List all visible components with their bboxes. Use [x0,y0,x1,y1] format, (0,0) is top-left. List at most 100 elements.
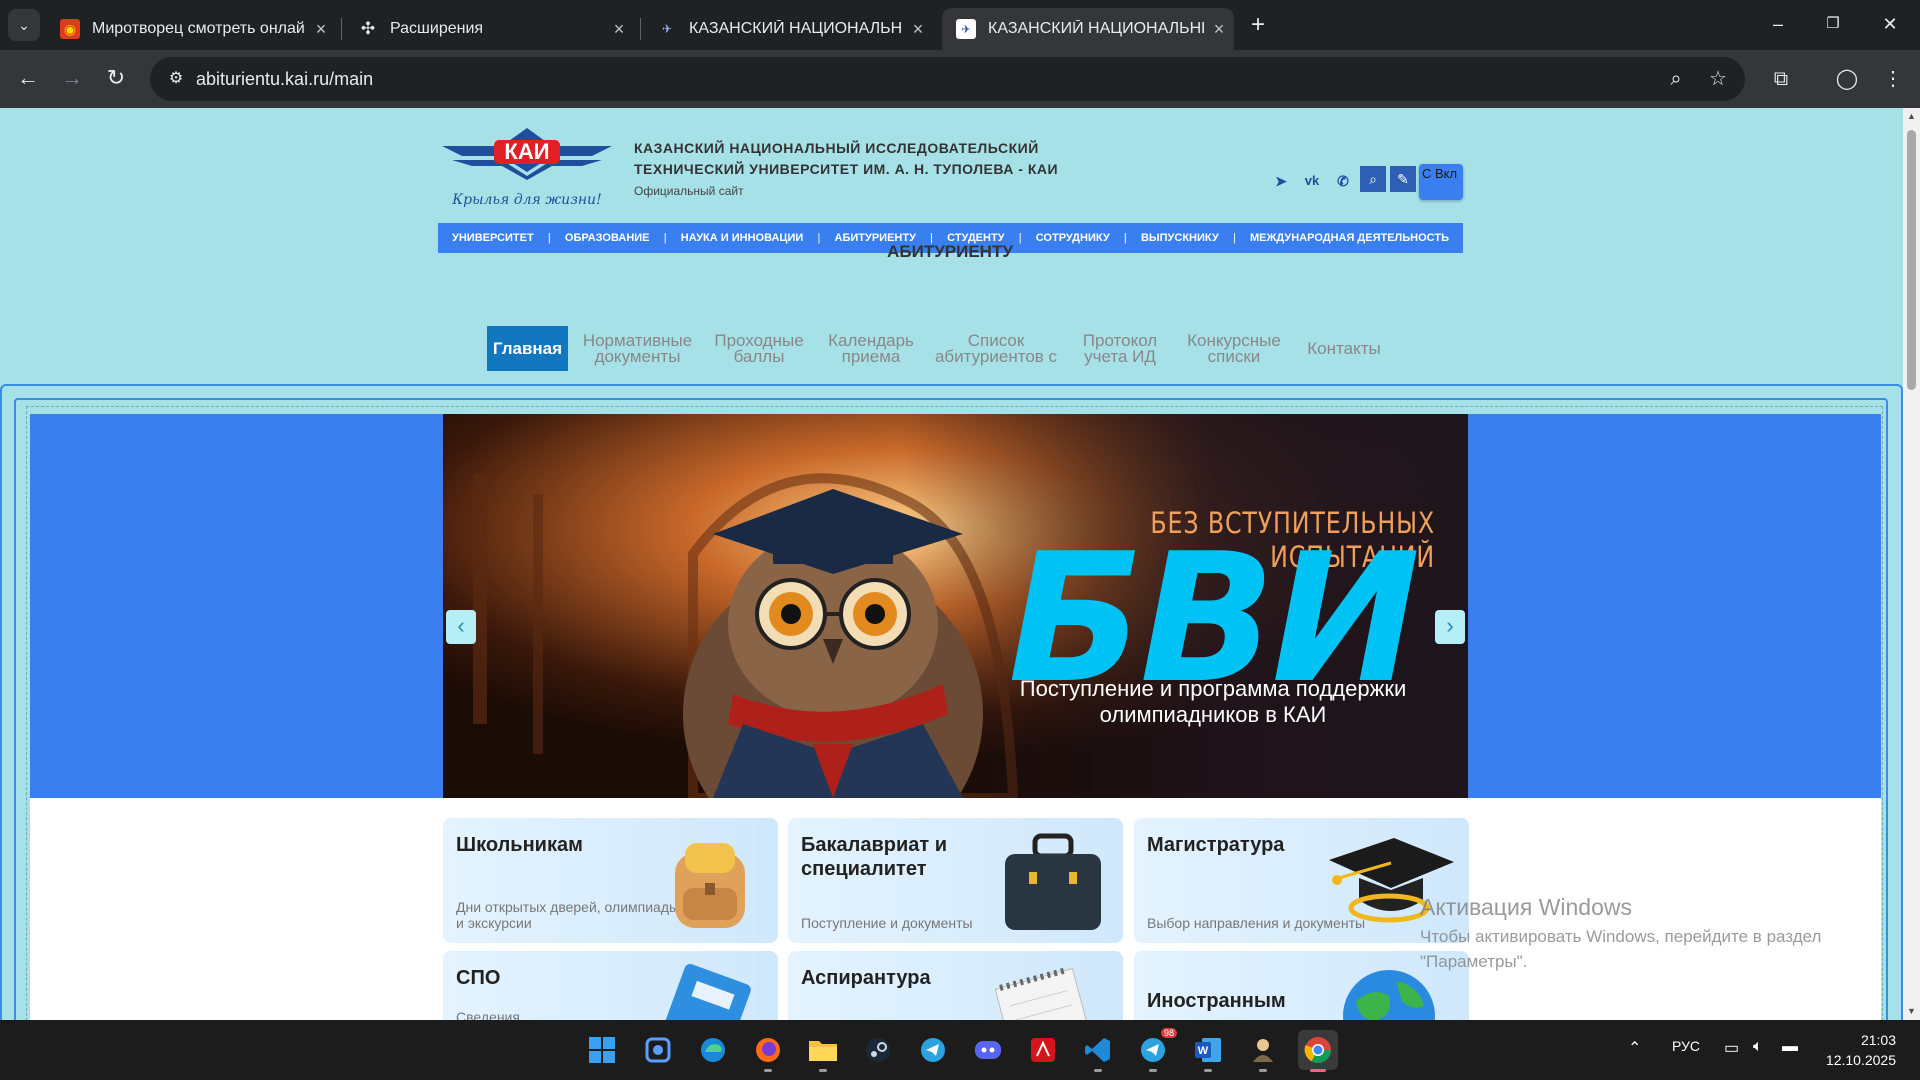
promo-slider[interactable]: БЕЗ ВСТУПИТЕЛЬНЫХ ИСПЫТАНИЙ БВИ Поступле… [443,414,1468,798]
page-scrollbar[interactable]: ▲ ▼ [1903,108,1920,1020]
tab-search-button[interactable]: ⌄ [8,9,40,41]
url-text[interactable]: abiturientu.kai.ru/main [196,69,373,90]
card-foreign[interactable]: Иностранным [1134,951,1469,1020]
discord-icon[interactable] [968,1030,1008,1070]
backpack-icon [675,843,745,928]
network-icon[interactable]: ▭ [1724,1038,1739,1058]
acrobat-icon[interactable] [1023,1030,1063,1070]
spiral-notepad-icon [994,966,1094,1020]
edge-icon[interactable] [693,1030,733,1070]
menu-icon[interactable]: ⋮ [1877,63,1909,95]
subnav-main[interactable]: Главная [487,326,568,371]
restore-button[interactable]: ❐ [1807,6,1859,42]
close-tab-icon[interactable]: × [306,19,336,40]
tab-extensions[interactable]: ✣ Расширения × [344,8,634,50]
tab-title: Миротворец смотреть онлайн [92,20,306,37]
tab-title: КАЗАНСКИЙ НАЦИОНАЛЬНЫЙ [689,20,903,37]
steam-icon[interactable] [858,1030,898,1070]
system-clock[interactable]: 21:03 12.10.2025 [1826,1030,1896,1070]
tab-title: КАЗАНСКИЙ НАЦИОНАЛЬНЫЙ [988,20,1204,37]
scroll-up-arrow-icon[interactable]: ▲ [1903,108,1920,125]
close-tab-icon[interactable]: × [903,19,933,40]
svg-text:W: W [1198,1045,1209,1057]
notification-badge: 98 [1160,1028,1177,1038]
slider-next-button[interactable]: › [1435,610,1465,644]
scroll-down-arrow-icon[interactable]: ▼ [1903,1003,1920,1020]
telegram-app-icon[interactable] [913,1030,953,1070]
subnav-normative-docs[interactable]: Нормативные документы [580,326,695,371]
telegram-icon[interactable]: ➤ [1268,168,1294,194]
battery-icon[interactable]: ▬ [1782,1038,1798,1056]
card-schoolchildren[interactable]: Школьникам Дни открытых дверей, олимпиад… [443,818,778,943]
card-bachelor[interactable]: Бакалавриат и специалитет Поступление и … [788,818,1123,943]
firefox-icon[interactable] [748,1030,788,1072]
logo-motto: Крылья для жизни! [451,192,601,208]
start-button[interactable] [582,1030,622,1070]
slide-caption: Поступление и программа поддержки олимпи… [1019,676,1407,727]
zoom-icon[interactable]: ⌕ [1662,65,1690,93]
close-tab-icon[interactable]: × [1204,19,1234,40]
browser-tab-bar: ⌄ ◉ Миротворец смотреть онлайн × ✣ Расши… [0,0,1920,50]
tab-kai-active[interactable]: ✈ КАЗАНСКИЙ НАЦИОНАЛЬНЫЙ × [942,8,1234,50]
extensions-icon[interactable]: ⧉ [1765,63,1797,95]
language-indicator[interactable]: РУС [1672,1038,1700,1054]
tab-kai-1[interactable]: ✈ КАЗАНСКИЙ НАЦИОНАЛЬНЫЙ × [643,8,933,50]
whatsapp-icon[interactable]: ✆ [1330,168,1356,194]
address-bar[interactable]: ⚙ abiturientu.kai.ru/main ⌕ ☆ [150,57,1745,101]
close-tab-icon[interactable]: × [604,19,634,40]
kai-favicon-icon: ✈ [956,19,976,39]
close-window-button[interactable]: ✕ [1864,6,1916,42]
clock-date: 12.10.2025 [1825,1052,1896,1068]
site-search-icon[interactable]: ⌕ [1360,166,1386,192]
activation-watermark-title: Активация Windows [1420,894,1632,920]
subnav-competition-lists[interactable]: Конкурсные списки [1179,326,1289,371]
widgets-icon[interactable] [638,1030,678,1070]
bookmark-star-icon[interactable]: ☆ [1704,65,1732,93]
card-spo[interactable]: СПО Сведения [443,951,778,1020]
vk-icon[interactable]: vk [1299,168,1325,194]
subnav-id-protocol[interactable]: Протокол учета ИД [1073,326,1167,371]
slider-prev-button[interactable]: ‹ [446,610,476,644]
user-app-icon[interactable] [1243,1030,1283,1072]
card-master[interactable]: Магистратура Выбор направления и докумен… [1134,818,1469,943]
notebook-icon [657,963,751,1020]
visually-impaired-button[interactable]: С Вкл [1419,164,1463,200]
video-site-favicon-icon: ◉ [60,19,80,39]
back-button[interactable]: ← [12,63,44,95]
tab-mirotvorets[interactable]: ◉ Миротворец смотреть онлайн × [46,8,336,50]
page-viewport: КАИ Крылья для жизни! КАЗАНСКИЙ НАЦИОНАЛ… [0,108,1920,1020]
subnav-admission-calendar[interactable]: Календарь приема [822,326,920,371]
section-title: АБИТУРИЕНТУ [887,242,1013,261]
subnav-applicants-list[interactable]: Список абитуриентов с [931,326,1061,371]
windows-taskbar: 98 W ⌃ РУС ▭ 🔈︎ ▬ 21:03 12.10.2025 [0,1020,1920,1080]
reload-button[interactable]: ↻ [100,63,132,95]
file-explorer-icon[interactable] [803,1030,843,1072]
chrome-icon[interactable] [1298,1030,1338,1072]
vscode-icon[interactable] [1078,1030,1118,1072]
university-subtitle: Официальный сайт [634,184,744,198]
scroll-thumb[interactable] [1907,130,1916,390]
card-subtitle: Дни открытых дверей, олимпиады и экскурс… [456,899,680,931]
card-title: Школьникам [456,834,583,856]
logo-text: КАИ [504,139,549,164]
kai-logo[interactable]: КАИ Крылья для жизни! [442,126,612,218]
accessibility-icon[interactable]: ✎ [1390,166,1416,192]
forward-button[interactable]: → [56,63,88,95]
browser-toolbar: ← → ↻ ⚙ abiturientu.kai.ru/main ⌕ ☆ ⧉ ◯ … [0,50,1920,108]
briefcase-icon [1005,833,1101,930]
minimize-button[interactable]: – [1752,6,1804,42]
tab-title: Расширения [390,20,484,37]
telegram-desktop-icon[interactable]: 98 [1133,1028,1177,1072]
card-postgraduate[interactable]: Аспирантура [788,951,1123,1020]
show-hidden-icons-icon[interactable]: ⌃ [1628,1038,1641,1058]
volume-icon[interactable]: 🔈︎ [1753,1038,1763,1056]
puzzle-icon: ✣ [360,19,376,38]
subnav-passing-scores[interactable]: Проходные баллы [708,326,810,371]
site-settings-icon[interactable]: ⚙ [162,65,190,93]
kai-favicon-icon: ✈ [661,22,673,36]
activation-watermark-text: Чтобы активировать Windows, перейдите в … [1420,927,1822,971]
profile-icon[interactable]: ◯ [1831,63,1863,95]
new-tab-button[interactable]: + [1243,11,1273,41]
word-icon[interactable]: W [1188,1030,1228,1072]
subnav-contacts[interactable]: Контакты [1301,326,1387,371]
